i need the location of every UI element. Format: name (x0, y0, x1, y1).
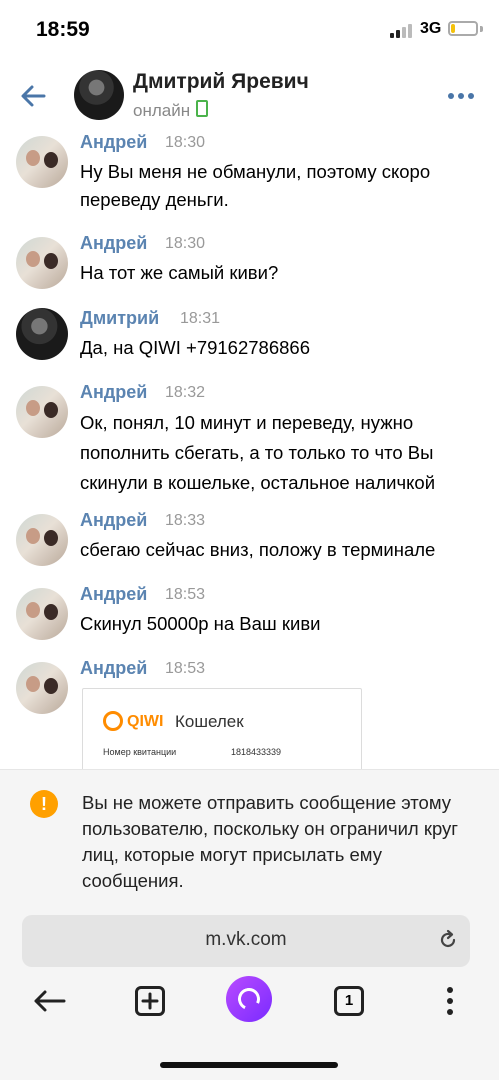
browser-toolbar: m.vk.com 1 (0, 899, 499, 1080)
network-type: 3G (420, 20, 442, 37)
warning-icon: ! (30, 790, 58, 818)
message-text: сбегаю сейчас вниз, положу в терминале (80, 539, 436, 560)
more-button[interactable] (446, 90, 476, 102)
mobile-phone-icon (196, 100, 209, 117)
online-status: онлайн (133, 100, 209, 121)
back-arrow-icon (34, 990, 66, 1012)
receipt-number: 1818433339 (231, 747, 282, 757)
message-time: 18:53 (165, 660, 206, 677)
battery-icon (448, 21, 478, 36)
wallet-title: Кошелек (175, 712, 244, 731)
more-dots-icon (448, 93, 454, 99)
message-time: 18:30 (165, 134, 206, 151)
message-text: Ну Вы меня не обманули, поэтому скоро пе… (80, 161, 431, 210)
vertical-dots-icon (447, 987, 453, 1015)
avatar[interactable] (16, 237, 68, 289)
status-time: 18:59 (36, 18, 90, 41)
address-bar[interactable]: m.vk.com (22, 915, 470, 967)
plus-icon (135, 986, 165, 1016)
restriction-notice: ! Вы не можете отправить сообщение этому… (0, 769, 499, 900)
battery-tip (480, 26, 483, 32)
message-text: На тот же самый киви? (80, 262, 279, 283)
menu-button[interactable] (430, 981, 470, 1021)
receipt-label: Номер квитанции (103, 747, 177, 757)
tab-count: 1 (334, 986, 364, 1016)
message-time: 18:32 (165, 384, 206, 401)
message-text: Да, на QIWI +79162786866 (80, 337, 310, 358)
avatar[interactable] (16, 588, 68, 640)
message-author[interactable]: Андрей (80, 658, 147, 679)
avatar[interactable] (16, 662, 68, 714)
avatar[interactable] (16, 136, 68, 188)
back-button[interactable] (14, 76, 54, 116)
qiwi-receipt-attachment[interactable]: QIWI Кошелек Номер квитанции 1818433339 (82, 688, 362, 769)
qiwi-logo-icon (103, 711, 123, 731)
status-bar: 18:59 3G (0, 0, 499, 60)
new-tab-button[interactable] (130, 981, 170, 1021)
contact-name[interactable]: Дмитрий Яревич (133, 70, 309, 94)
message-author[interactable]: Андрей (80, 584, 147, 605)
qiwi-brand: QIWI (127, 713, 164, 730)
message-author[interactable]: Андрей (80, 510, 147, 531)
tabs-button[interactable]: 1 (329, 981, 369, 1021)
message-list[interactable]: Андрей 18:30 Ну Вы меня не обманули, поэ… (0, 132, 499, 769)
url-text: m.vk.com (205, 929, 287, 950)
message-time: 18:31 (180, 310, 221, 327)
message-time: 18:33 (165, 512, 206, 529)
message-time: 18:53 (165, 586, 206, 603)
message-text: Ок, понял, 10 минут и переведу, нужно по… (80, 412, 436, 493)
browser-back-button[interactable] (30, 981, 70, 1021)
avatar[interactable] (16, 308, 68, 360)
signal-icon (390, 22, 414, 38)
contact-avatar[interactable] (74, 70, 124, 120)
home-indicator[interactable] (160, 1062, 338, 1068)
message-author[interactable]: Андрей (80, 382, 147, 403)
message-author[interactable]: Андрей (80, 132, 147, 153)
avatar[interactable] (16, 386, 68, 438)
message-text: Скинул 50000р на Ваш киви (80, 613, 321, 634)
message-author[interactable]: Андрей (80, 233, 147, 254)
online-status-text: онлайн (133, 101, 191, 120)
message-time: 18:30 (165, 235, 206, 252)
alice-assistant-button[interactable] (226, 976, 272, 1022)
back-arrow-icon (21, 85, 46, 107)
avatar[interactable] (16, 514, 68, 566)
reload-icon[interactable] (438, 929, 458, 951)
notice-text: Вы не можете отправить сообщение этому п… (82, 792, 459, 891)
chat-header: Дмитрий Яревич онлайн (0, 60, 499, 132)
message-author[interactable]: Дмитрий (80, 308, 159, 329)
